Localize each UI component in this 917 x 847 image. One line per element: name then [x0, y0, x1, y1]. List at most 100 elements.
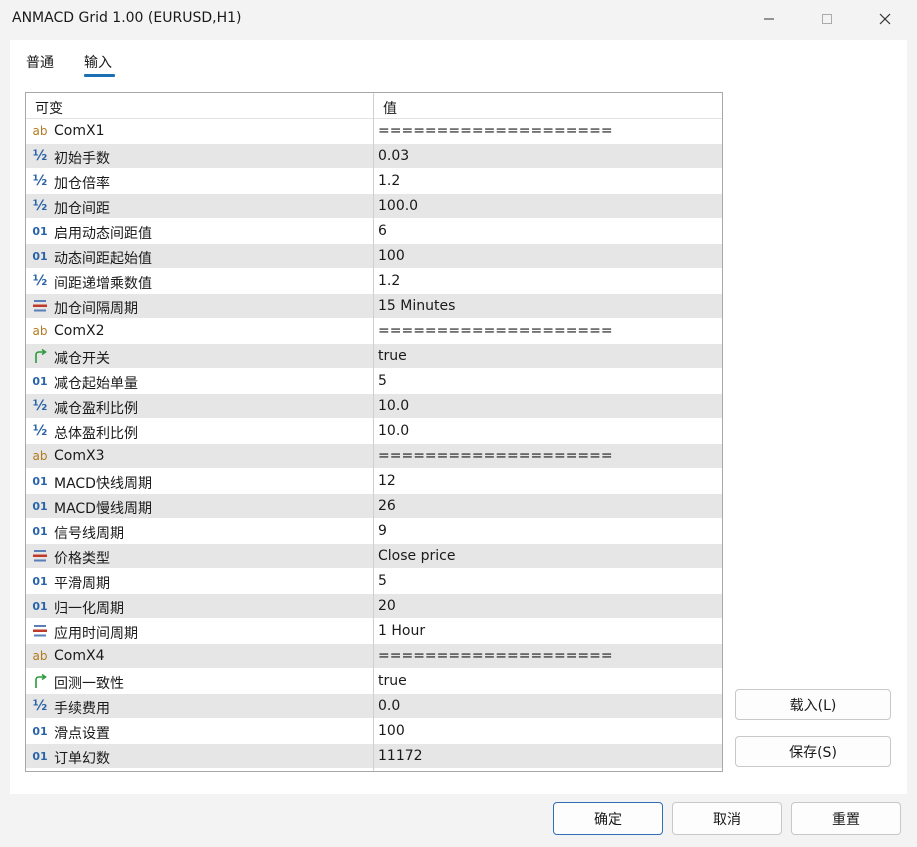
table-row[interactable]: 价格类型 Close price — [26, 544, 722, 569]
string-type-icon-glyph: ab — [32, 324, 48, 338]
boolean-type-icon — [31, 347, 49, 365]
maximize-button[interactable] — [804, 0, 850, 38]
parameter-value[interactable]: ==================== — [378, 448, 613, 464]
parameter-name: 总体盈利比例 — [54, 426, 138, 442]
parameter-name: ComX1 — [54, 123, 105, 139]
enum-list-icon — [33, 550, 47, 562]
double-type-icon: ½ — [31, 147, 49, 165]
parameter-value[interactable]: ==================== — [378, 323, 613, 339]
integer-type-icon: 01 — [31, 372, 49, 390]
maximize-icon — [822, 14, 832, 24]
parameter-value[interactable]: 11172 — [378, 748, 423, 764]
parameter-value[interactable]: 5 — [378, 573, 387, 589]
parameter-value[interactable]: Close price — [378, 548, 455, 564]
parameter-value[interactable]: 0.0 — [378, 698, 400, 714]
table-row[interactable]: ½ 加仓间距 100.0 — [26, 194, 722, 219]
table-row[interactable]: 加仓间隔周期 15 Minutes — [26, 294, 722, 319]
column-divider[interactable] — [373, 93, 374, 771]
parameter-value[interactable]: 15 Minutes — [378, 298, 455, 314]
double-type-icon: ½ — [31, 197, 49, 215]
cancel-button[interactable]: 取消 — [672, 802, 782, 835]
parameter-name: 动态间距起始值 — [54, 251, 152, 267]
parameter-value[interactable]: 1 Hour — [378, 623, 425, 639]
parameter-value[interactable]: 26 — [378, 498, 396, 514]
parameter-name: 信号线周期 — [54, 526, 124, 542]
parameter-value[interactable]: 12 — [378, 473, 396, 489]
table-row[interactable]: 减仓开关 true — [26, 344, 722, 369]
table-row[interactable]: ab ComX2 ==================== — [26, 319, 722, 344]
parameter-name: 加仓间隔周期 — [54, 301, 138, 317]
parameter-value[interactable]: 1.2 — [378, 273, 400, 289]
integer-type-icon-glyph: 01 — [32, 524, 48, 538]
tab-general[interactable]: 普通 — [26, 52, 54, 72]
parameter-value[interactable]: 10.0 — [378, 398, 409, 414]
parameter-name: MACD快线周期 — [54, 476, 152, 492]
parameter-value[interactable]: 100.0 — [378, 198, 418, 214]
parameter-name: 回测一致性 — [54, 676, 124, 692]
ok-button[interactable]: 确定 — [553, 802, 663, 835]
parameter-name: 减仓盈利比例 — [54, 401, 138, 417]
table-row[interactable]: 应用时间周期 1 Hour — [26, 619, 722, 644]
header-variable[interactable]: 可变 — [35, 98, 63, 118]
table-row[interactable]: 01 归一化周期 20 — [26, 594, 722, 619]
table-row[interactable]: ½ 减仓盈利比例 10.0 — [26, 394, 722, 419]
close-button[interactable] — [862, 0, 908, 38]
table-row[interactable]: 01 启用动态间距值 6 — [26, 219, 722, 244]
double-type-icon-glyph: ½ — [32, 198, 48, 214]
table-row[interactable]: 01 减仓起始单量 5 — [26, 369, 722, 394]
parameter-name: ComX3 — [54, 448, 105, 464]
parameter-value[interactable]: 9 — [378, 523, 387, 539]
title-bar: ANMACD Grid 1.00 (EURUSD,H1) — [0, 0, 917, 38]
table-row[interactable]: 01 动态间距起始值 100 — [26, 244, 722, 269]
table-row[interactable]: 01 MACD慢线周期 26 — [26, 494, 722, 519]
double-type-icon: ½ — [31, 272, 49, 290]
table-row[interactable]: ½ 手续费用 0.0 — [26, 694, 722, 719]
table-row[interactable]: ½ 初始手数 0.03 — [26, 144, 722, 169]
parameter-value[interactable]: ==================== — [378, 123, 613, 139]
table-row[interactable]: 01 订单幻数 11172 — [26, 744, 722, 769]
enum-list-icon — [33, 300, 47, 312]
parameter-name: MACD慢线周期 — [54, 501, 152, 517]
parameter-value[interactable]: 6 — [378, 223, 387, 239]
table-row[interactable]: ½ 间距递增乘数值 1.2 — [26, 269, 722, 294]
table-row[interactable]: ab ComX3 ==================== — [26, 444, 722, 469]
header-value[interactable]: 值 — [383, 98, 397, 118]
double-type-icon: ½ — [31, 172, 49, 190]
parameter-value[interactable]: 0.03 — [378, 148, 409, 164]
parameter-value[interactable]: 20 — [378, 598, 396, 614]
table-row[interactable]: 01 信号线周期 9 — [26, 519, 722, 544]
load-button[interactable]: 载入(L) — [735, 689, 891, 720]
parameter-value[interactable]: ==================== — [378, 648, 613, 664]
table-row[interactable]: 01 滑点设置 100 — [26, 719, 722, 744]
parameter-name: 订单幻数 — [54, 751, 110, 767]
table-row[interactable]: 01 MACD快线周期 12 — [26, 469, 722, 494]
parameter-value[interactable]: 1.2 — [378, 173, 400, 189]
inputs-grid: 可变 值 ab ComX1 ==================== ½ 初始手数 0.0… — [25, 92, 723, 772]
table-row[interactable]: ½ 总体盈利比例 10.0 — [26, 419, 722, 444]
enum-list-icon — [33, 625, 47, 637]
table-row[interactable]: ½ 加仓倍率 1.2 — [26, 169, 722, 194]
save-button[interactable]: 保存(S) — [735, 736, 891, 767]
reset-button[interactable]: 重置 — [791, 802, 901, 835]
minimize-icon — [764, 18, 774, 20]
table-row[interactable]: ab ComX1 ==================== — [26, 119, 722, 144]
parameter-value[interactable]: 100 — [378, 723, 405, 739]
table-row[interactable]: 回测一致性 true — [26, 669, 722, 694]
grid-rows: ab ComX1 ==================== ½ 初始手数 0.03 ½ 加仓倍… — [26, 119, 722, 769]
integer-type-icon-glyph: 01 — [32, 574, 48, 588]
string-type-icon: ab — [31, 647, 49, 665]
parameter-value[interactable]: 5 — [378, 373, 387, 389]
parameter-value[interactable]: true — [378, 673, 407, 689]
parameter-name: 平滑周期 — [54, 576, 110, 592]
grid-header: 可变 值 — [26, 93, 722, 119]
table-row[interactable]: 01 平滑周期 5 — [26, 569, 722, 594]
parameter-value[interactable]: true — [378, 348, 407, 364]
table-row[interactable]: ab ComX4 ==================== — [26, 644, 722, 669]
tab-inputs[interactable]: 输入 — [84, 52, 112, 72]
parameter-name: 应用时间周期 — [54, 626, 138, 642]
minimize-button[interactable] — [746, 0, 792, 38]
parameter-value[interactable]: 100 — [378, 248, 405, 264]
string-type-icon-glyph: ab — [32, 649, 48, 663]
active-tab-indicator — [84, 74, 115, 77]
parameter-value[interactable]: 10.0 — [378, 423, 409, 439]
